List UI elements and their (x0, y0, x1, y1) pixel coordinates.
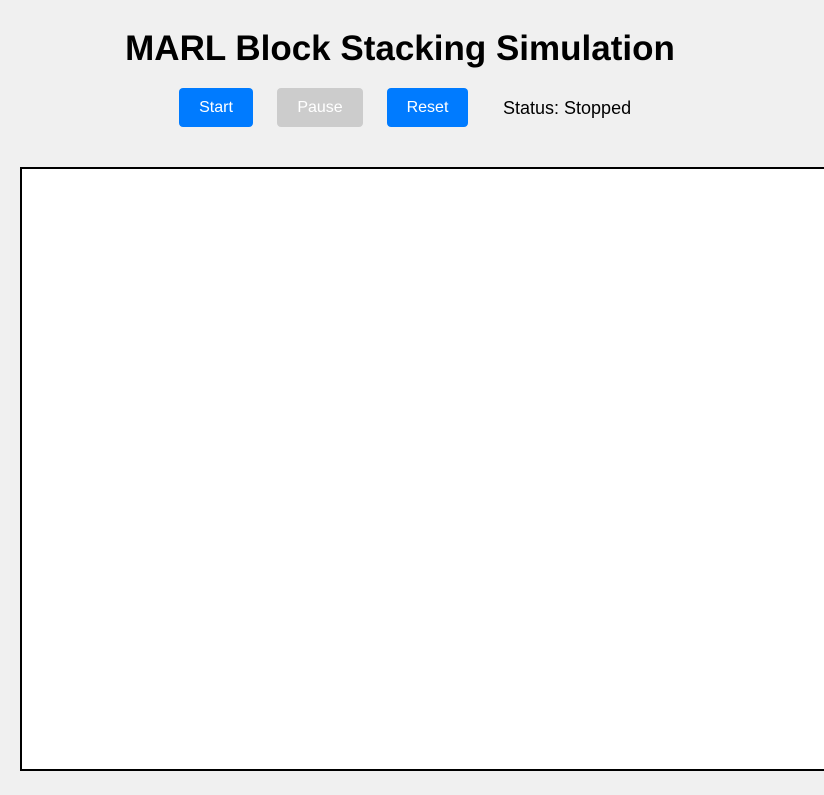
start-button[interactable]: Start (179, 88, 253, 127)
reset-button[interactable]: Reset (387, 88, 468, 127)
status-text: Status: Stopped (503, 98, 632, 118)
simulation-canvas[interactable] (20, 167, 824, 771)
control-bar: Start Pause Reset Status: Stopped (0, 88, 824, 128)
pause-button[interactable]: Pause (277, 88, 363, 127)
page-title: MARL Block Stacking Simulation (125, 29, 675, 68)
